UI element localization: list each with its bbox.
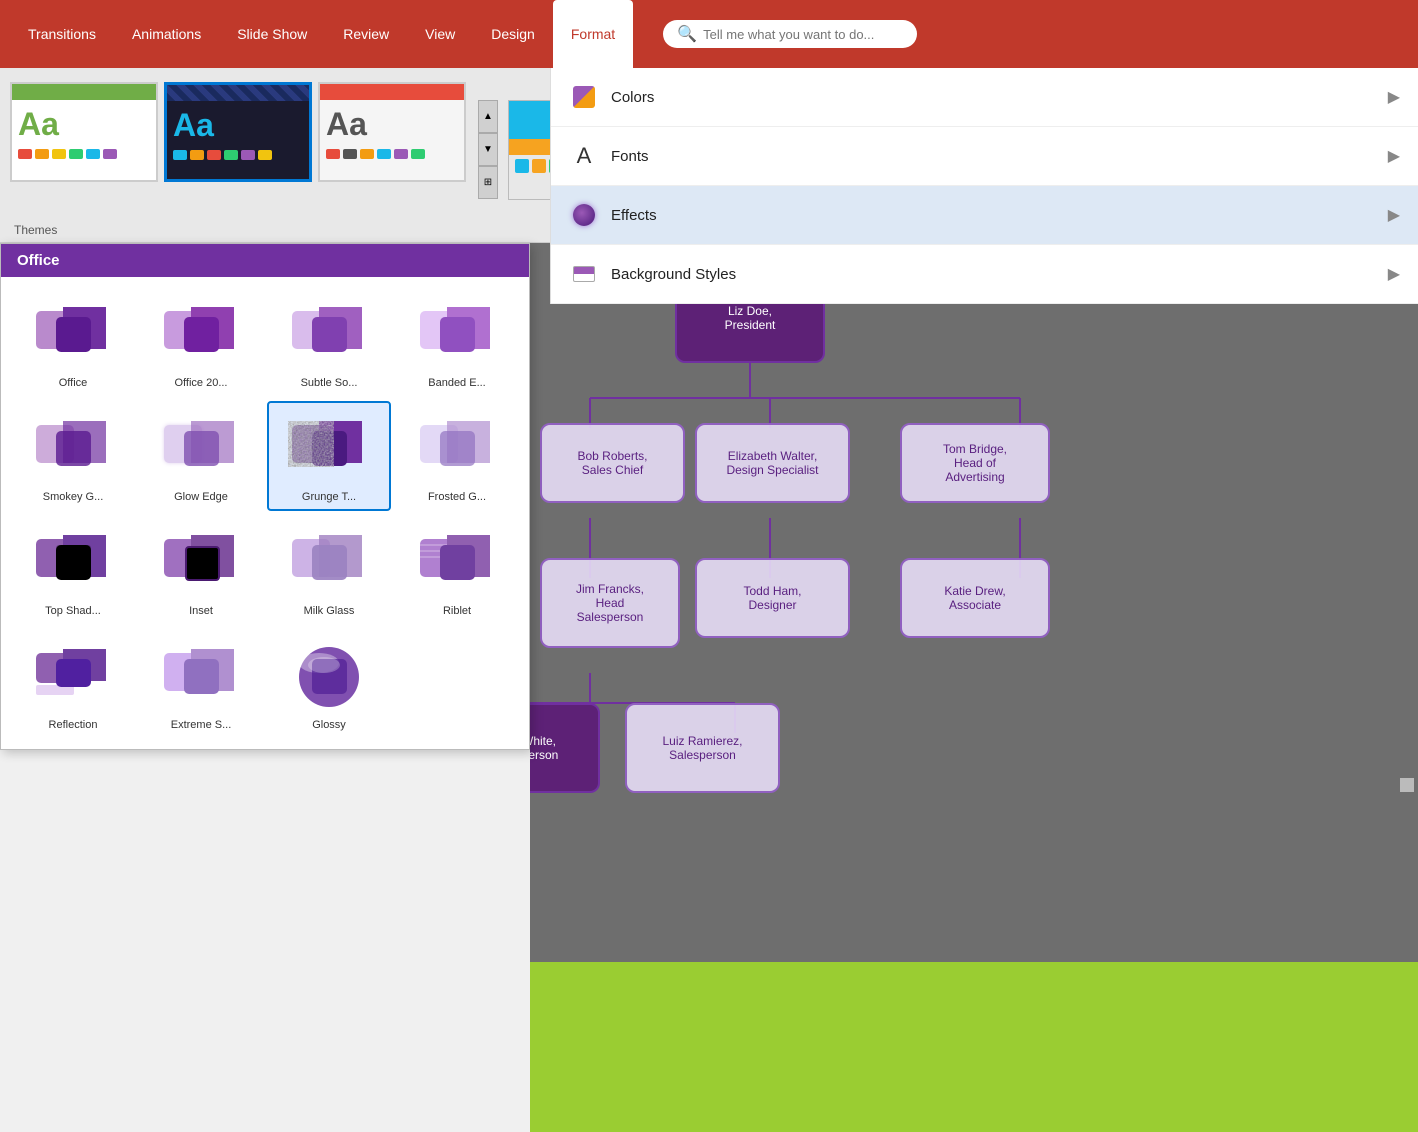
scroll-up-arrow[interactable]: ▲	[478, 100, 498, 133]
theme-grunge-icon	[279, 409, 379, 489]
theme-glossy-label: Glossy	[312, 719, 346, 731]
org-node-beth[interactable]: Beth White, Salesperson	[530, 703, 600, 793]
green-bar	[530, 962, 1418, 1132]
themes-label: Themes	[14, 223, 57, 237]
resize-handle[interactable]	[1400, 778, 1414, 792]
org-node-jim[interactable]: Jim Francks, Head Salesperson	[540, 558, 680, 648]
theme-smokeyg-label: Smokey G...	[43, 491, 104, 503]
theme-bandede-icon	[407, 295, 507, 375]
fonts-arrow: ▶	[1388, 146, 1400, 166]
theme-subtleso-icon	[279, 295, 379, 375]
theme-topshad-icon	[23, 523, 123, 603]
theme-riblet[interactable]: Riblet	[395, 515, 519, 625]
theme-office20-icon	[151, 295, 251, 375]
theme-riblet-icon	[407, 523, 507, 603]
dropdown-header: Office	[1, 244, 529, 277]
scroll-expand-arrow[interactable]: ⊞	[478, 166, 498, 199]
theme-glowedge[interactable]: Glow Edge	[139, 401, 263, 511]
org-node-tom[interactable]: Tom Bridge, Head of Advertising	[900, 423, 1050, 503]
theme-smokeyg-icon	[23, 409, 123, 489]
theme-milkglass[interactable]: Milk Glass	[267, 515, 391, 625]
theme-frostedg[interactable]: Frosted G...	[395, 401, 519, 511]
tab-design[interactable]: Design	[473, 0, 553, 68]
background-icon	[569, 259, 599, 289]
theme-inset-icon	[151, 523, 251, 603]
ribbon-tab-list: Transitions Animations Slide Show Review…	[10, 0, 633, 68]
theme-frostedg-label: Frosted G...	[428, 491, 486, 503]
theme-frostedg-icon	[407, 409, 507, 489]
theme-office[interactable]: Office	[11, 287, 135, 397]
scroll-down-arrow[interactable]: ▼	[478, 133, 498, 166]
effects-arrow: ▶	[1388, 205, 1400, 225]
org-node-todd[interactable]: Todd Ham, Designer	[695, 558, 850, 638]
theme-inset[interactable]: Inset	[139, 515, 263, 625]
theme-milkglass-icon	[279, 523, 379, 603]
theme-glowedge-label: Glow Edge	[174, 491, 228, 503]
theme-extremes-label: Extreme S...	[171, 719, 232, 731]
theme-bandede[interactable]: Banded E...	[395, 287, 519, 397]
theme-reflection[interactable]: Reflection	[11, 629, 135, 739]
theme-office20-label: Office 20...	[175, 377, 228, 389]
theme-grunge-label: Grunge T...	[302, 491, 356, 503]
theme-topshad[interactable]: Top Shad...	[11, 515, 135, 625]
slide-background: Liz Doe, President Bob Roberts, Sales Ch…	[530, 243, 1418, 1132]
org-node-katie[interactable]: Katie Drew, Associate	[900, 558, 1050, 638]
search-icon: 🔍	[677, 24, 697, 44]
fonts-row[interactable]: A Fonts ▶	[551, 127, 1418, 186]
tab-slideshow[interactable]: Slide Show	[219, 0, 325, 68]
colors-arrow: ▶	[1388, 87, 1400, 107]
right-panel: Colors ▶ A Fonts ▶ Effects ▶ Background …	[550, 68, 1418, 304]
theme-glowedge-icon	[151, 409, 251, 489]
org-node-luiz[interactable]: Luiz Ramierez, Salesperson	[625, 703, 780, 793]
effects-label: Effects	[611, 207, 1388, 224]
theme-bandede-label: Banded E...	[428, 377, 486, 389]
tab-review[interactable]: Review	[325, 0, 407, 68]
theme-subtleso-label: Subtle So...	[301, 377, 358, 389]
effects-row[interactable]: Effects ▶	[551, 186, 1418, 245]
search-input[interactable]	[703, 27, 903, 42]
theme-glossy-icon	[279, 637, 379, 717]
theme-glossy[interactable]: Glossy	[267, 629, 391, 739]
scroll-arrows: ▲ ▼ ⊞	[478, 100, 498, 200]
ribbon: Transitions Animations Slide Show Review…	[0, 0, 1418, 68]
theme-office20[interactable]: Office 20...	[139, 287, 263, 397]
theme-thumbnail-1[interactable]: Aa	[10, 82, 158, 182]
theme-inset-label: Inset	[189, 605, 213, 617]
background-row[interactable]: Background Styles ▶	[551, 245, 1418, 304]
effects-icon	[569, 200, 599, 230]
dropdown-grid: Office Office 20... Subtle S	[1, 277, 529, 749]
font-icon: A	[569, 141, 599, 171]
theme-office-icon	[23, 295, 123, 375]
tab-view[interactable]: View	[407, 0, 473, 68]
theme-reflection-label: Reflection	[49, 719, 98, 731]
fonts-label: Fonts	[611, 148, 1388, 165]
org-node-bob[interactable]: Bob Roberts, Sales Chief	[540, 423, 685, 503]
tab-format[interactable]: Format	[553, 0, 633, 68]
slide-area: Liz Doe, President Bob Roberts, Sales Ch…	[530, 243, 1418, 1132]
theme-subtleso[interactable]: Subtle So...	[267, 287, 391, 397]
theme-thumbnail-3[interactable]: Aa	[318, 82, 466, 182]
theme-thumbnail-2[interactable]: Aa	[164, 82, 312, 182]
theme-grunge[interactable]: Grunge T...	[267, 401, 391, 511]
dropdown-panel: Office Office Office 20.	[0, 243, 530, 750]
colors-row[interactable]: Colors ▶	[551, 68, 1418, 127]
theme-milkglass-label: Milk Glass	[304, 605, 355, 617]
tab-transitions[interactable]: Transitions	[10, 0, 114, 68]
tab-animations[interactable]: Animations	[114, 0, 219, 68]
theme-smokeyg[interactable]: Smokey G...	[11, 401, 135, 511]
search-box: 🔍	[663, 20, 917, 48]
theme-thumbnails: Aa Aa	[10, 78, 466, 218]
theme-extremes[interactable]: Extreme S...	[139, 629, 263, 739]
colors-label: Colors	[611, 89, 1388, 106]
theme-topshad-label: Top Shad...	[45, 605, 101, 617]
background-arrow: ▶	[1388, 264, 1400, 284]
theme-extremes-icon	[151, 637, 251, 717]
theme-riblet-label: Riblet	[443, 605, 471, 617]
theme-reflection-icon	[23, 637, 123, 717]
color-swatch-icon	[569, 82, 599, 112]
theme-office-label: Office	[59, 377, 88, 389]
org-node-elizabeth[interactable]: Elizabeth Walter, Design Specialist	[695, 423, 850, 503]
background-label: Background Styles	[611, 266, 1388, 283]
